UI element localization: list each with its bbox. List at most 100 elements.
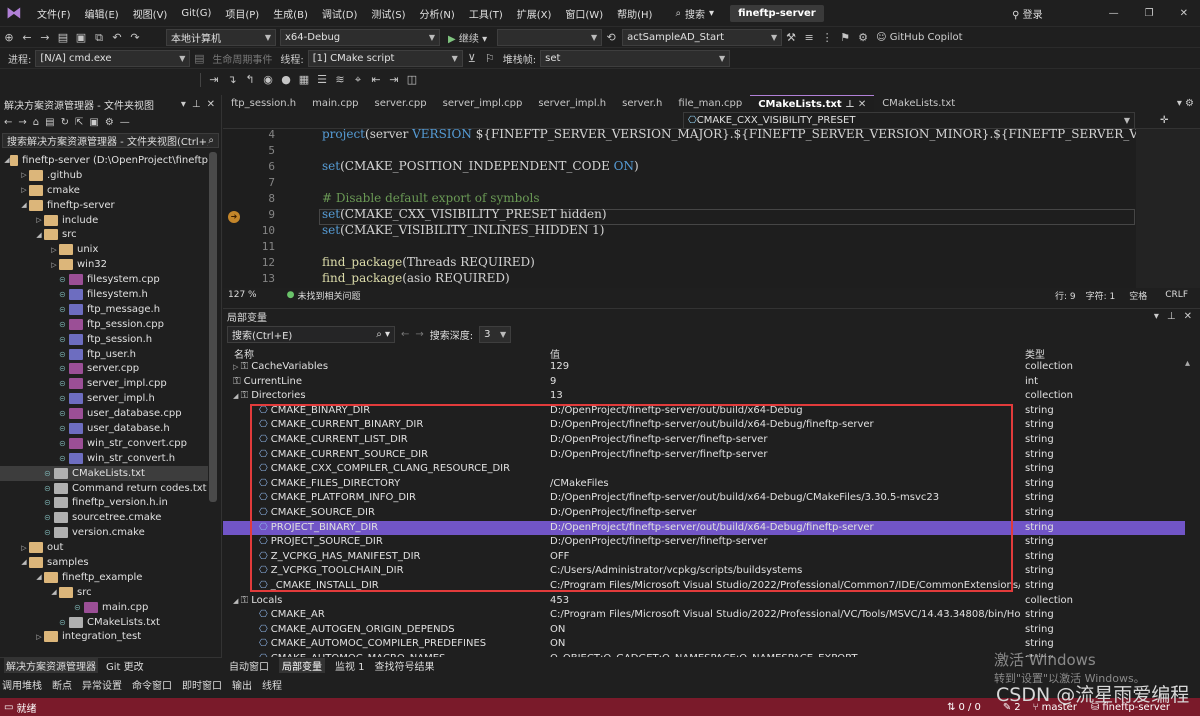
bottom-tool-tab[interactable]: 调用堆栈 xyxy=(2,677,42,692)
tree-item[interactable]: ▷ integration_test xyxy=(0,630,208,644)
status-errors[interactable]: 0 / 0 xyxy=(958,702,980,713)
back-icon[interactable]: ← xyxy=(18,30,36,46)
pin-icon[interactable]: ⊥ xyxy=(192,99,201,110)
menu-item[interactable]: 窗口(W) xyxy=(558,6,610,21)
tree-item[interactable]: ◢ fineftp-server xyxy=(0,198,208,213)
locals-row[interactable]: ◢ ⚿ Locals 453 collection xyxy=(223,594,1185,609)
collapsed-arrow-icon[interactable]: ▷ xyxy=(19,186,29,194)
tree-item[interactable]: ⊝ ftp_message.h xyxy=(0,302,208,317)
tools-icon[interactable]: ⚒ xyxy=(782,30,800,46)
menu-item[interactable]: 工具(T) xyxy=(462,6,510,21)
locals-row[interactable]: ⚿ CurrentLine 9 int xyxy=(223,375,1185,390)
issues-text[interactable]: 未找到相关问题 xyxy=(297,289,360,302)
document-tab[interactable]: CMakeLists.txt xyxy=(874,95,963,112)
tree-item[interactable]: ⊝ version.cmake xyxy=(0,525,208,540)
expanded-arrow-icon[interactable]: ◢ xyxy=(19,558,29,566)
tree-item[interactable]: ⊝ user_database.h xyxy=(0,421,208,436)
process-dropdown[interactable]: [N/A] cmd.exe ▼ xyxy=(35,50,191,67)
stack-icon[interactable]: ☰ xyxy=(313,72,331,88)
column-value[interactable]: 值 xyxy=(550,346,560,361)
indent-indicator[interactable]: 空格 xyxy=(1129,289,1147,302)
collapsed-arrow-icon[interactable]: ▷ xyxy=(49,261,59,269)
expanded-arrow-icon[interactable]: ◢ xyxy=(4,156,10,164)
tree-item[interactable]: ⊝ sourcetree.cmake xyxy=(0,510,208,525)
locals-row[interactable]: ▷ ⚿ CacheVariables 129 collection xyxy=(223,360,1185,375)
chevron-down-icon[interactable]: ▾ xyxy=(1154,311,1159,322)
settings-icon[interactable]: ⚙ xyxy=(854,30,872,46)
collapsed-arrow-icon[interactable]: ▷ xyxy=(49,246,59,254)
outdent-icon[interactable]: ⇥ xyxy=(385,72,403,88)
tree-item[interactable]: ⊝ Command return codes.txt xyxy=(0,481,208,496)
forward-icon[interactable]: → xyxy=(415,329,423,340)
close-icon[interactable]: ✕ xyxy=(1184,311,1192,322)
tree-item[interactable]: ▷ .github xyxy=(0,168,208,183)
split-icon[interactable]: ✛ xyxy=(1160,115,1168,126)
tree-item[interactable]: ⊝ ftp_session.cpp xyxy=(0,317,208,332)
bottom-tool-tab[interactable]: 即时窗口 xyxy=(182,677,222,692)
collapse-all-icon[interactable]: ⇱ xyxy=(75,117,83,128)
menu-item[interactable]: 项目(P) xyxy=(218,6,266,21)
expanded-arrow-icon[interactable]: ◢ xyxy=(34,573,44,581)
step-icon[interactable]: ⇥ xyxy=(205,72,223,88)
document-tab[interactable]: ftp_session.h xyxy=(223,95,304,112)
code-editor[interactable]: ➜ 4 project(server VERSION ${FINEFTP_SERV… xyxy=(223,129,1136,288)
code-line[interactable]: set(CMAKE_CXX_VISIBILITY_PRESET hidden) xyxy=(322,207,607,221)
comment-icon[interactable]: ⋮ xyxy=(818,30,836,46)
zoom-level[interactable]: 127 % xyxy=(228,290,257,300)
tree-item[interactable]: ◢ samples xyxy=(0,555,208,570)
target-dropdown[interactable]: 本地计算机 ▼ xyxy=(166,29,276,46)
step-into-icon[interactable]: ↴ xyxy=(223,72,241,88)
expanded-arrow-icon[interactable]: ◢ xyxy=(233,597,241,605)
menu-item[interactable]: 测试(S) xyxy=(364,6,412,21)
expanded-arrow-icon[interactable]: ◢ xyxy=(233,392,241,400)
code-line[interactable]: find_package(Threads REQUIRED) xyxy=(322,255,535,269)
tree-item[interactable]: ⊝ CMakeLists.txt xyxy=(0,465,208,481)
maximize-icon[interactable]: ❐ xyxy=(1145,8,1154,19)
tree-item[interactable]: ◢ fineftp_example xyxy=(0,570,208,585)
menu-item[interactable]: Git(G) xyxy=(174,8,218,19)
tree-item[interactable]: ▷ win32 xyxy=(0,257,208,272)
continue-button[interactable]: ▶ 继续 ▾ xyxy=(448,30,487,45)
menu-item[interactable]: 扩展(X) xyxy=(510,6,559,21)
configuration-dropdown[interactable]: x64-Debug ▼ xyxy=(280,29,440,46)
step-out-icon[interactable]: ↰ xyxy=(241,72,259,88)
bottom-tool-tab[interactable]: 线程 xyxy=(262,677,282,692)
chevron-down-icon[interactable]: ▾ xyxy=(181,99,186,110)
forward-icon[interactable]: → xyxy=(18,117,26,128)
tree-item[interactable]: ▷ out xyxy=(0,540,208,555)
document-tab[interactable]: CMakeLists.txt ⊥ ✕ xyxy=(750,95,875,112)
expanded-arrow-icon[interactable]: ◢ xyxy=(34,231,44,239)
search-depth-dropdown[interactable]: 3 ▼ xyxy=(479,325,512,343)
tree-item[interactable]: ◢ fineftp-server (D:\OpenProject\fineftp xyxy=(0,153,208,168)
preview-icon[interactable]: — xyxy=(120,117,130,128)
eol-indicator[interactable]: CRLF xyxy=(1165,290,1188,300)
bottom-tool-tab[interactable]: 输出 xyxy=(232,677,252,692)
scroll-up-icon[interactable]: ▴ xyxy=(1185,358,1195,369)
minimize-icon[interactable]: — xyxy=(1109,8,1119,19)
menu-item[interactable]: 视图(V) xyxy=(126,6,175,21)
tree-item[interactable]: ⊝ fineftp_version.h.in xyxy=(0,495,208,510)
pin-icon[interactable]: ⊥ xyxy=(1167,311,1176,322)
save-icon[interactable]: ▣ xyxy=(72,30,90,46)
column-name[interactable]: 名称 xyxy=(234,346,254,361)
tree-item[interactable]: ⊝ server_impl.h xyxy=(0,391,208,406)
tree-item[interactable]: ⊝ server_impl.cpp xyxy=(0,376,208,391)
folder-view-icon[interactable]: ▤ xyxy=(45,117,54,128)
solution-search-input[interactable]: 搜索解决方案资源管理器 - 文件夹视图(Ctrl+;) ⌕ xyxy=(2,133,219,148)
tree-item[interactable]: ▷ cmake xyxy=(0,183,208,198)
collapsed-arrow-icon[interactable]: ▷ xyxy=(233,363,241,371)
tree-item[interactable]: ⊝ filesystem.cpp xyxy=(0,272,208,287)
bottom-tool-tab[interactable]: 命令窗口 xyxy=(132,677,172,692)
tree-scrollbar[interactable] xyxy=(209,152,217,502)
show-all-icon[interactable]: ▣ xyxy=(89,117,98,128)
format-icon[interactable]: ≡ xyxy=(800,30,818,46)
open-folder-icon[interactable]: ▤ xyxy=(54,30,72,46)
menu-item[interactable]: 编辑(E) xyxy=(78,6,126,21)
tree-item[interactable]: ⊝ ftp_user.h xyxy=(0,347,208,362)
close-icon[interactable]: ✕ xyxy=(1180,8,1188,19)
tab-find-symbol-results[interactable]: 查找符号结果 xyxy=(375,658,435,673)
tree-item[interactable]: ◢ src xyxy=(0,227,208,242)
code-line[interactable]: # Disable default export of symbols xyxy=(322,191,540,205)
tab-autos[interactable]: 自动窗口 xyxy=(229,658,269,673)
bottom-tool-tab[interactable]: 断点 xyxy=(52,677,72,692)
